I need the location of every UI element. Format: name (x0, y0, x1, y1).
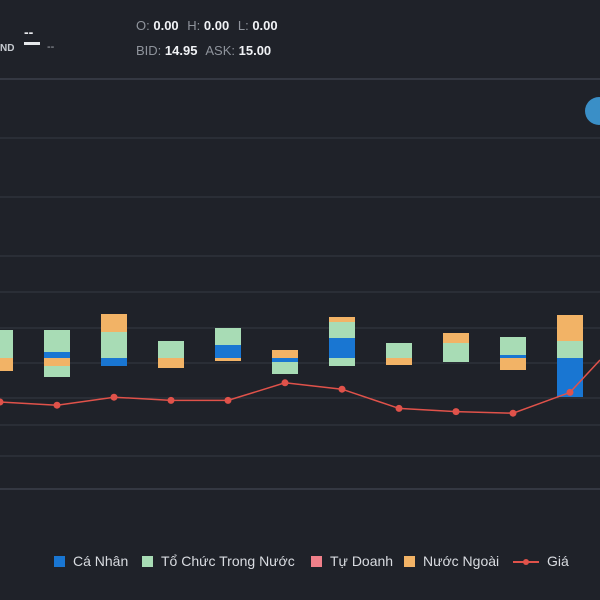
bar-to-chuc-trong-nuoc (329, 322, 355, 338)
bar-to-chuc-trong-nuoc (0, 330, 13, 358)
price-point (566, 388, 574, 396)
price-point (224, 396, 232, 404)
bar-nuoc-ngoai (215, 358, 241, 361)
legend-swatch-gia (513, 556, 539, 567)
legend-to-chuc-trong-nuoc[interactable]: Tổ Chức Trong Nước (142, 553, 295, 569)
legend-label-to-chuc: Tổ Chức Trong Nước (161, 553, 295, 569)
bar-to-chuc-trong-nuoc (500, 337, 526, 355)
price-point (395, 404, 403, 412)
legend-label-ca-nhan: Cá Nhân (73, 553, 129, 569)
legend-label-nuoc-ngoai: Nước Ngoài (423, 553, 500, 569)
bar-to-chuc-trong-nuoc (44, 330, 70, 352)
legend-label-tu-doanh: Tự Doanh (330, 553, 394, 569)
bar-to-chuc-trong-nuoc (329, 358, 355, 366)
bar-to-chuc-trong-nuoc (101, 332, 127, 358)
bar-nuoc-ngoai (272, 350, 298, 358)
bar-nuoc-ngoai (329, 317, 355, 322)
bar-nuoc-ngoai (101, 314, 127, 332)
bar-nuoc-ngoai (443, 333, 469, 343)
bar-ca-nhan (101, 358, 127, 366)
legend-ca-nhan[interactable]: Cá Nhân (54, 553, 128, 569)
bar-nuoc-ngoai (158, 358, 184, 368)
bar-ca-nhan (215, 345, 241, 358)
price-point (0, 398, 4, 406)
price-point (452, 408, 460, 416)
bar-ca-nhan (272, 358, 298, 362)
price-point (167, 396, 175, 404)
bar-to-chuc-trong-nuoc (557, 341, 583, 358)
bar-nuoc-ngoai (500, 358, 526, 370)
bar-ca-nhan (500, 355, 526, 358)
legend-gia[interactable]: Giá (513, 553, 569, 569)
price-point (53, 401, 61, 409)
bar-to-chuc-trong-nuoc (443, 343, 469, 358)
legend-label-gia: Giá (547, 553, 569, 569)
flow-chart (0, 78, 600, 490)
price-point (338, 385, 346, 393)
legend-nuoc-ngoai[interactable]: Nước Ngoài (404, 553, 499, 569)
bar-nuoc-ngoai (557, 315, 583, 341)
legend-swatch-tu-doanh (311, 555, 322, 567)
price-point (281, 379, 289, 387)
legend-tu-doanh[interactable]: Tự Doanh (311, 553, 393, 569)
bar-to-chuc-trong-nuoc (215, 328, 241, 345)
legend-swatch-nuoc-ngoai (404, 555, 415, 567)
bar-to-chuc-trong-nuoc (272, 362, 298, 374)
bar-nuoc-ngoai (386, 358, 412, 365)
bar-ca-nhan (44, 352, 70, 358)
chart-legend: Cá Nhân Tổ Chức Trong Nước Tự Doanh Nước… (0, 553, 600, 575)
price-point (509, 409, 517, 417)
bar-nuoc-ngoai (44, 358, 70, 366)
bar-ca-nhan (329, 338, 355, 358)
legend-swatch-to-chuc (142, 555, 153, 567)
bar-to-chuc-trong-nuoc (158, 341, 184, 358)
price-point (110, 393, 118, 401)
bar-to-chuc-trong-nuoc (44, 366, 70, 377)
bar-to-chuc-trong-nuoc (443, 358, 469, 362)
bar-to-chuc-trong-nuoc (386, 343, 412, 358)
legend-swatch-ca-nhan (54, 555, 65, 567)
bar-nuoc-ngoai (0, 358, 13, 371)
